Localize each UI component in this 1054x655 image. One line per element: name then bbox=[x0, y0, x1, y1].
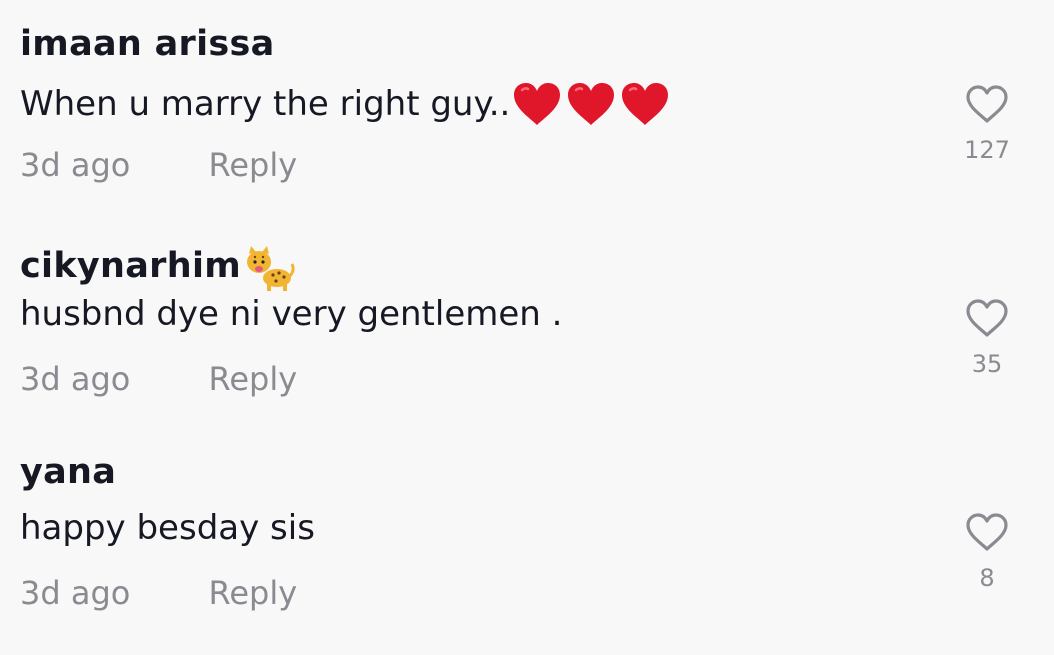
comment-text: When u marry the right guy.. bbox=[20, 80, 672, 128]
red-heart-icon bbox=[622, 83, 669, 125]
like-group: 8 bbox=[955, 508, 1019, 592]
username-text: imaan arissa bbox=[20, 24, 275, 64]
red-heart-icon bbox=[514, 83, 561, 125]
comment-meta: 3d ago Reply bbox=[20, 360, 297, 398]
leopard-icon bbox=[247, 246, 295, 291]
like-button[interactable] bbox=[955, 80, 1019, 128]
like-group: 127 bbox=[955, 80, 1019, 164]
reply-button[interactable]: Reply bbox=[209, 146, 298, 184]
heart-outline-icon bbox=[966, 299, 1008, 337]
comment-text-content: When u marry the right guy.. bbox=[20, 84, 511, 124]
comment-item: imaan arissa When u marry the right guy.… bbox=[0, 0, 1054, 212]
comment-text: husbnd dye ni very gentlemen . bbox=[20, 294, 562, 334]
heart-outline-icon bbox=[966, 513, 1008, 551]
comment-item: yana happy besday sis 3d ago Reply 8 bbox=[0, 428, 1054, 640]
comment-username[interactable]: cikynarhim bbox=[20, 238, 295, 294]
reply-button[interactable]: Reply bbox=[209, 574, 298, 612]
comment-time: 3d ago bbox=[20, 360, 131, 398]
red-heart-icon bbox=[568, 83, 615, 125]
like-count: 127 bbox=[964, 136, 1010, 164]
heart-outline-icon bbox=[966, 85, 1008, 123]
hearts-emoji-group bbox=[510, 80, 672, 128]
comment-meta: 3d ago Reply bbox=[20, 574, 297, 612]
comment-username[interactable]: imaan arissa bbox=[20, 24, 275, 64]
comment-time: 3d ago bbox=[20, 574, 131, 612]
comment-text: happy besday sis bbox=[20, 508, 315, 548]
comment-text-content: happy besday sis bbox=[20, 508, 315, 548]
comment-item: cikynarhim husbnd dye ni very gentlemen … bbox=[0, 214, 1054, 426]
comment-time: 3d ago bbox=[20, 146, 131, 184]
comment-list: imaan arissa When u marry the right guy.… bbox=[0, 0, 1054, 655]
like-count: 35 bbox=[971, 350, 1003, 378]
username-text: cikynarhim bbox=[20, 246, 242, 286]
like-group: 35 bbox=[955, 294, 1019, 378]
comment-meta: 3d ago Reply bbox=[20, 146, 297, 184]
like-count: 8 bbox=[979, 564, 995, 592]
comment-text-content: husbnd dye ni very gentlemen . bbox=[20, 294, 563, 334]
like-button[interactable] bbox=[955, 294, 1019, 342]
comment-username[interactable]: yana bbox=[20, 452, 116, 492]
like-button[interactable] bbox=[955, 508, 1019, 556]
username-text: yana bbox=[20, 452, 117, 492]
reply-button[interactable]: Reply bbox=[209, 360, 298, 398]
